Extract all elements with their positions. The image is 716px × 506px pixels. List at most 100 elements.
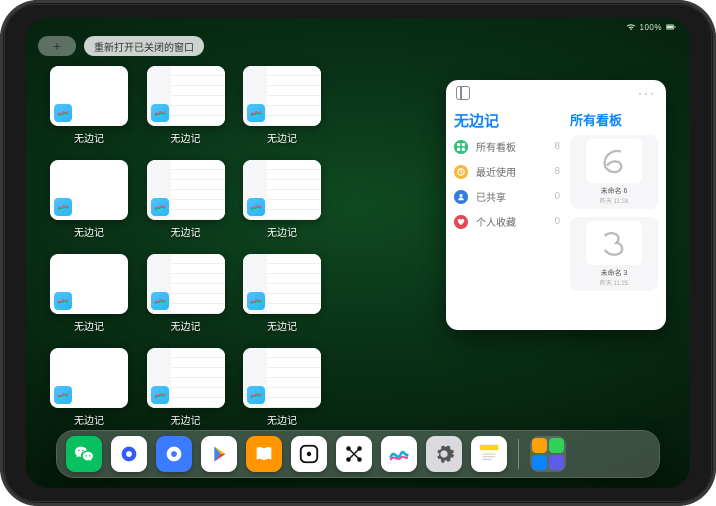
window-card-label: 无边记 [267, 412, 297, 427]
dock-app-nodes[interactable] [336, 436, 372, 472]
ipad-frame: 100% + 重新打开已关闭的窗口 无边记无边记无边记无边记无边记无边记无边记无… [0, 0, 716, 506]
preview-sidebar: 无边记 所有看板 8 最近使用 8 已共享 0 个人收藏 0 [454, 104, 560, 322]
dock-app-play[interactable] [201, 436, 237, 472]
board-timestamp: 昨天 11:25 [600, 278, 628, 287]
window-thumbnail [50, 66, 128, 126]
sidebar-item-label: 最近使用 [476, 164, 516, 179]
board-label: 未命名 3 [601, 268, 628, 278]
freeform-app-icon [247, 292, 265, 310]
board-thumb [586, 221, 642, 265]
freeform-app-icon [151, 104, 169, 122]
dock-app-dice[interactable] [291, 436, 327, 472]
window-thumbnail [243, 66, 321, 126]
sidebar-item-label: 所有看板 [476, 139, 516, 154]
window-card[interactable]: 无边记 [147, 254, 225, 338]
window-card[interactable]: 无边记 [147, 160, 225, 244]
person-icon [454, 190, 468, 204]
window-card[interactable]: 无边记 [50, 160, 128, 244]
sidebar-item-count: 8 [554, 166, 560, 177]
app-preview-window[interactable]: ··· 无边记 所有看板 8 最近使用 8 已共享 0 个人收藏 0 所有看板 … [446, 80, 666, 330]
dock-app-notes[interactable] [471, 436, 507, 472]
freeform-app-icon [151, 198, 169, 216]
window-card-label: 无边记 [267, 224, 297, 239]
window-card[interactable]: 无边记 [243, 66, 321, 150]
status-bar: 100% [26, 18, 690, 36]
window-card-label: 无边记 [171, 224, 201, 239]
board-tile[interactable]: 未命名 3 昨天 11:25 [570, 217, 658, 291]
window-card-label: 无边记 [267, 318, 297, 333]
window-thumbnail [243, 160, 321, 220]
clock-icon [454, 165, 468, 179]
window-card[interactable]: 无边记 [243, 348, 321, 432]
freeform-app-icon [151, 292, 169, 310]
window-card-label: 无边记 [74, 318, 104, 333]
dock-app-quark-hd[interactable] [111, 436, 147, 472]
sidebar-item[interactable]: 已共享 0 [454, 189, 560, 204]
sidebar-item[interactable]: 所有看板 8 [454, 139, 560, 154]
preview-title: 无边记 [454, 110, 560, 131]
reopen-closed-window-button[interactable]: 重新打开已关闭的窗口 [84, 36, 204, 56]
sidebar-item-count: 8 [554, 141, 560, 152]
window-card-label: 无边记 [74, 224, 104, 239]
freeform-app-icon [247, 386, 265, 404]
window-card-label: 无边记 [74, 130, 104, 145]
window-thumbnail [147, 254, 225, 314]
window-card-label: 无边记 [171, 412, 201, 427]
window-thumbnail [50, 348, 128, 408]
sidebar-icon[interactable] [456, 86, 470, 100]
preview-toolbar: ··· [446, 80, 666, 100]
window-card[interactable]: 无边记 [50, 66, 128, 150]
grid-icon [454, 140, 468, 154]
preview-content: 所有看板 未命名 6 昨天 11:28 未命名 3 昨天 11:25 [570, 104, 658, 322]
sidebar-item[interactable]: 个人收藏 0 [454, 214, 560, 229]
window-card-label: 无边记 [171, 130, 201, 145]
window-grid: 无边记无边记无边记无边记无边记无边记无边记无边记无边记无边记无边记无边记 [50, 66, 418, 424]
app-switcher: 无边记无边记无边记无边记无边记无边记无边记无边记无边记无边记无边记无边记 ···… [50, 66, 666, 424]
window-card[interactable]: 无边记 [50, 254, 128, 338]
new-window-button[interactable]: + [38, 36, 76, 56]
window-thumbnail [243, 254, 321, 314]
sidebar-item-label: 个人收藏 [476, 214, 516, 229]
preview-section-title: 所有看板 [570, 110, 658, 129]
battery-icon [666, 23, 676, 31]
wifi-icon [626, 23, 636, 31]
window-thumbnail [243, 348, 321, 408]
window-card[interactable]: 无边记 [243, 254, 321, 338]
board-thumb [586, 139, 642, 183]
board-timestamp: 昨天 11:28 [600, 196, 628, 205]
freeform-app-icon [54, 198, 72, 216]
more-icon[interactable]: ··· [638, 86, 656, 100]
sidebar-item-label: 已共享 [476, 189, 506, 204]
window-card[interactable]: 无边记 [147, 66, 225, 150]
board-tile[interactable]: 未命名 6 昨天 11:28 [570, 135, 658, 209]
dock-app-wechat[interactable] [66, 436, 102, 472]
status-battery: 100% [640, 23, 662, 32]
freeform-app-icon [54, 386, 72, 404]
freeform-app-icon [54, 292, 72, 310]
window-card-label: 无边记 [171, 318, 201, 333]
dock-app-books[interactable] [246, 436, 282, 472]
freeform-app-icon [151, 386, 169, 404]
sidebar-item[interactable]: 最近使用 8 [454, 164, 560, 179]
window-card-label: 无边记 [267, 130, 297, 145]
window-card[interactable]: 无边记 [243, 160, 321, 244]
freeform-app-icon [247, 198, 265, 216]
window-thumbnail [50, 160, 128, 220]
dock-app-freeform[interactable] [381, 436, 417, 472]
freeform-app-icon [247, 104, 265, 122]
window-card-label: 无边记 [74, 412, 104, 427]
dock-suggested-apps[interactable] [530, 436, 566, 472]
window-card[interactable]: 无边记 [147, 348, 225, 432]
board-label: 未命名 6 [601, 186, 628, 196]
dock-app-settings[interactable] [426, 436, 462, 472]
window-thumbnail [50, 254, 128, 314]
window-card[interactable]: 无边记 [50, 348, 128, 432]
screen: 100% + 重新打开已关闭的窗口 无边记无边记无边记无边记无边记无边记无边记无… [26, 18, 690, 488]
window-thumbnail [147, 160, 225, 220]
freeform-app-icon [54, 104, 72, 122]
sidebar-item-count: 0 [554, 216, 560, 227]
topbar: + 重新打开已关闭的窗口 [38, 36, 204, 56]
window-thumbnail [147, 348, 225, 408]
dock-separator [518, 439, 519, 469]
dock-app-quark[interactable] [156, 436, 192, 472]
